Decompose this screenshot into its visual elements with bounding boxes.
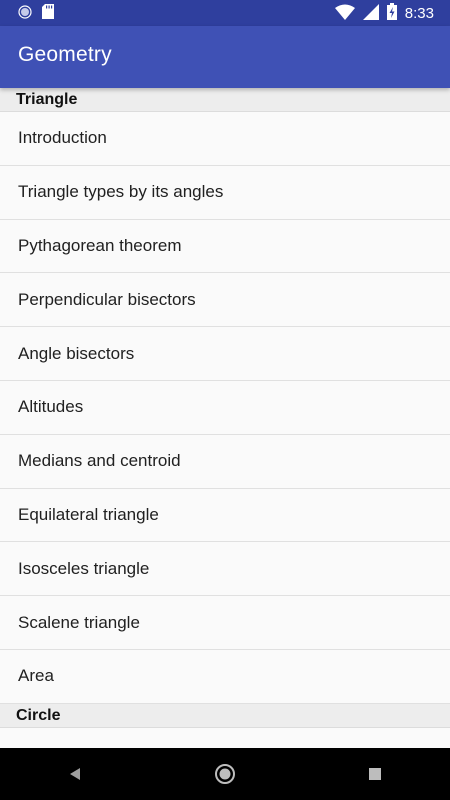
list-item-area[interactable]: Area — [0, 649, 450, 704]
list-item-medians-centroid[interactable]: Medians and centroid — [0, 434, 450, 489]
cell-signal-icon — [362, 3, 379, 25]
battery-charging-icon — [386, 3, 397, 25]
recents-button[interactable] — [345, 748, 405, 800]
home-button[interactable] — [195, 748, 255, 800]
home-icon — [215, 764, 235, 784]
sd-card-icon — [42, 4, 54, 24]
circle-notification-icon — [18, 4, 32, 24]
list-item-triangle-types[interactable]: Triangle types by its angles — [0, 165, 450, 220]
topic-list[interactable]: Triangle Introduction Triangle types by … — [0, 88, 450, 748]
app-title: Geometry — [18, 43, 112, 66]
list-item-introduction[interactable]: Introduction — [0, 112, 450, 166]
back-button[interactable] — [45, 748, 105, 800]
status-clock: 8:33 — [404, 5, 434, 22]
list-item-equilateral-triangle[interactable]: Equilateral triangle — [0, 488, 450, 543]
status-bar: 8:33 — [0, 0, 450, 26]
list-item-partial[interactable] — [0, 727, 450, 748]
navigation-bar — [0, 748, 450, 800]
list-item-scalene-triangle[interactable]: Scalene triangle — [0, 596, 450, 650]
back-icon — [70, 768, 80, 780]
wifi-icon — [334, 4, 355, 25]
section-header-circle: Circle — [0, 703, 450, 728]
list-item-perpendicular-bisectors[interactable]: Perpendicular bisectors — [0, 273, 450, 328]
section-header-triangle: Triangle — [0, 88, 450, 112]
list-item-isosceles-triangle[interactable]: Isosceles triangle — [0, 542, 450, 597]
recents-icon — [369, 768, 381, 780]
list-item-pythagorean-theorem[interactable]: Pythagorean theorem — [0, 219, 450, 274]
app-bar: Geometry — [0, 26, 450, 88]
list-item-angle-bisectors[interactable]: Angle bisectors — [0, 327, 450, 381]
list-item-altitudes[interactable]: Altitudes — [0, 380, 450, 435]
